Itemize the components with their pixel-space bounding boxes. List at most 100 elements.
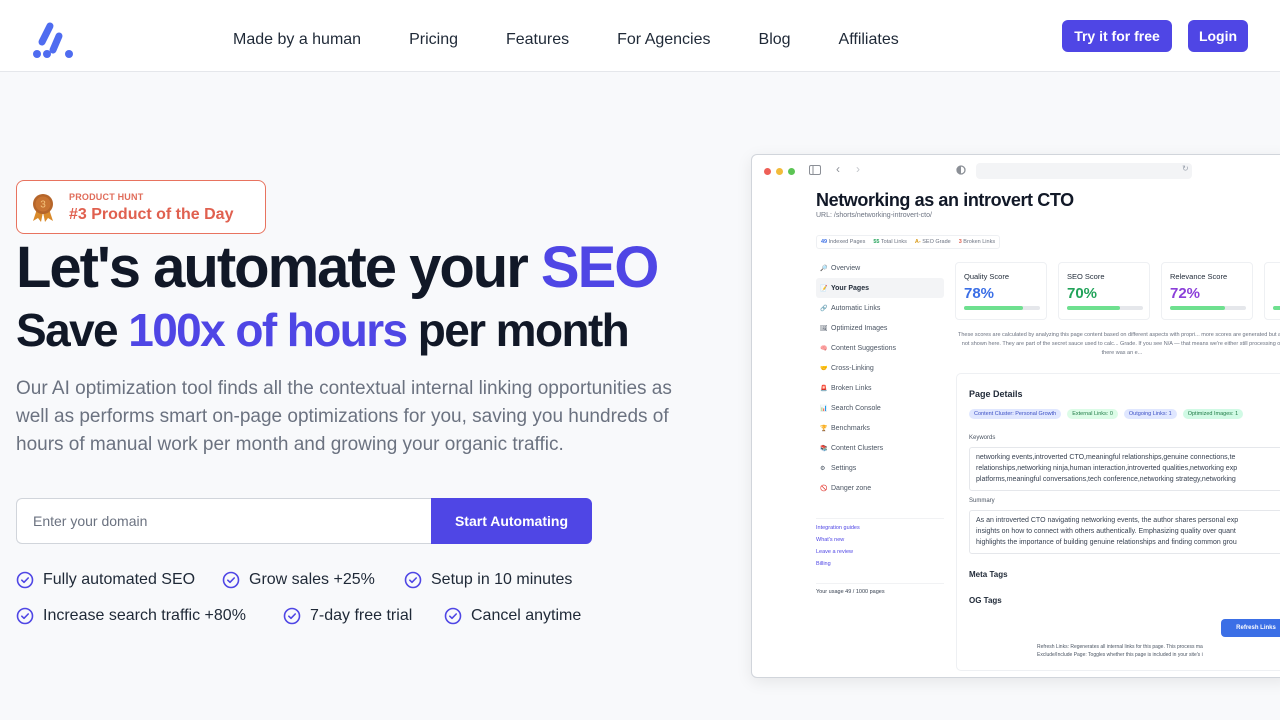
nav-link-affiliates[interactable]: Affiliates: [839, 31, 899, 49]
feature-item: Increase search traffic +80%: [16, 607, 246, 625]
check-circle-icon: [16, 607, 34, 625]
score-card: Relevance Score 72%: [1161, 262, 1253, 320]
sidebar-item-label: Broken Links: [831, 384, 872, 392]
score-label: SEO Score: [1067, 272, 1105, 281]
nav-link-blog[interactable]: Blog: [759, 31, 791, 49]
sidebar-item-icon: 🚫: [820, 485, 828, 492]
sidebar-item[interactable]: 📚 Content Clusters: [816, 438, 944, 458]
login-button[interactable]: Login: [1188, 20, 1248, 52]
check-circle-icon: [222, 571, 240, 589]
stats-bar: 49 Indexed Pages 55 Total Links A- SEO Gra…: [816, 235, 1001, 249]
hero-subheadline: Save 100x of hours per month: [16, 303, 630, 357]
reload-icon: ↻: [1182, 164, 1189, 173]
score-card: SEO Score 70%: [1058, 262, 1150, 320]
score-card: [1264, 262, 1280, 320]
sidebar-item-icon: 🧠: [820, 345, 828, 352]
score-bar-fill: [1170, 306, 1225, 310]
summary-line: highlights the importance of building ge…: [976, 539, 1237, 546]
minimize-dot: [776, 168, 783, 175]
sidebar-link[interactable]: What's new: [816, 537, 944, 549]
score-label: Quality Score: [964, 272, 1010, 281]
subheadline-prefix: Save: [16, 304, 129, 356]
refresh-note: Refresh Links: Regenerates all internal …: [1037, 644, 1203, 650]
feature-label: Setup in 10 minutes: [431, 571, 573, 588]
sidebar-links: Integration guides What's new Leave a revi…: [816, 518, 944, 573]
stat-value: 49: [821, 239, 828, 245]
og-tags-section[interactable]: OG Tags: [969, 596, 1002, 605]
sidebar-item[interactable]: 🖼 Optimized Images: [816, 318, 944, 338]
summary-line: insights on how to connect with others a…: [976, 528, 1236, 535]
badge-title: #3 Product of the Day: [69, 206, 234, 223]
domain-input[interactable]: [16, 498, 432, 544]
sidebar-item[interactable]: 🔗 Automatic Links: [816, 298, 944, 318]
sidebar-item[interactable]: 🏆 Benchmarks: [816, 418, 944, 438]
score-label: Relevance Score: [1170, 272, 1228, 281]
start-automating-button[interactable]: Start Automating: [431, 498, 592, 544]
feature-item: Grow sales +25%: [222, 571, 375, 589]
score-value: 70%: [1067, 285, 1098, 302]
sidebar-item[interactable]: 🚫 Danger zone: [816, 478, 944, 498]
refresh-links-button[interactable]: Refresh Links: [1221, 619, 1280, 637]
keywords-field[interactable]: networking events,introverted CTO,meanin…: [969, 447, 1280, 491]
close-dot: [764, 168, 771, 175]
score-value: 78%: [964, 285, 995, 302]
try-free-button[interactable]: Try it for free: [1062, 20, 1172, 52]
scores-note: These scores are calculated by analyzing…: [958, 332, 1280, 356]
summary-field[interactable]: As an introverted CTO navigating network…: [969, 510, 1280, 554]
stat-item: 3 Broken Links: [959, 239, 995, 245]
feature-label: Grow sales +25%: [249, 571, 375, 588]
score-value: 72%: [1170, 285, 1201, 302]
feature-label: Cancel anytime: [471, 607, 582, 624]
sidebar-link[interactable]: Leave a review: [816, 549, 944, 561]
sidebar-item[interactable]: 📝 Your Pages: [816, 278, 944, 298]
sidebar-link[interactable]: Integration guides: [816, 525, 944, 537]
sidebar-item-label: Automatic Links: [831, 304, 881, 312]
medal-icon: 3: [33, 194, 53, 222]
nav-link-pricing[interactable]: Pricing: [409, 31, 458, 49]
app-preview-window: ‹ › ↻ Networking as an introvert CTO URL…: [751, 154, 1280, 678]
detail-tag: Outgoing Links: 1: [1123, 409, 1177, 419]
sidebar-item-icon: 📚: [820, 445, 828, 452]
detail-tags: Content Cluster: Personal Growth External…: [969, 409, 1244, 419]
hero-headline: Let's automate your SEO: [16, 234, 659, 301]
meta-tags-section[interactable]: Meta Tags: [969, 570, 1008, 579]
feature-item: 7-day free trial: [283, 607, 412, 625]
sidebar-item-icon: 🖼: [820, 325, 828, 332]
sidebar-toggle-icon: [809, 165, 821, 175]
sidebar-item[interactable]: 📊 Search Console: [816, 398, 944, 418]
feature-item: Cancel anytime: [444, 607, 581, 625]
subheadline-accent: 100x of hours: [128, 304, 408, 356]
sidebar-item-label: Search Console: [831, 404, 881, 412]
nav-link-features[interactable]: Features: [506, 31, 569, 49]
nav-link-made-by-human[interactable]: Made by a human: [233, 31, 361, 49]
stat-value: A-: [914, 239, 921, 245]
product-hunt-badge[interactable]: 3 PRODUCT HUNT #3 Product of the Day: [16, 180, 266, 234]
sidebar-item[interactable]: 🚨 Broken Links: [816, 378, 944, 398]
keywords-line: networking events,introverted CTO,meanin…: [976, 454, 1236, 461]
sidebar-item-icon: 🏆: [820, 425, 828, 432]
sidebar-item-icon: 🔗: [820, 305, 828, 312]
exclude-note: Exclude/Include Page: Toggles whether th…: [1037, 652, 1203, 658]
summary-label: Summary: [969, 498, 995, 504]
subheadline-suffix: per month: [406, 304, 630, 356]
sidebar-item-icon: 🔎: [820, 265, 828, 272]
nav-links: Made by a human Pricing Features For Age…: [233, 31, 947, 49]
keywords-line: platforms,meaningful conversations,tech …: [976, 476, 1236, 483]
sidebar-item[interactable]: 🔎 Overview: [816, 258, 944, 278]
logo-icon[interactable]: [30, 20, 76, 60]
sidebar-item[interactable]: 🤝 Cross-Linking: [816, 358, 944, 378]
sidebar-item-label: Content Clusters: [831, 444, 884, 452]
sidebar-item[interactable]: 🧠 Content Suggestions: [816, 338, 944, 358]
headline-text: Let's automate your: [16, 235, 541, 300]
stat-value: 3: [958, 239, 962, 245]
nav-link-agencies[interactable]: For Agencies: [617, 31, 710, 49]
detail-tag: Content Cluster: Personal Growth: [969, 409, 1062, 419]
address-bar: [976, 163, 1192, 179]
page-url: URL: /shorts/networking-introvert-cto/: [816, 212, 932, 219]
sidebar-link[interactable]: Billing: [816, 561, 944, 573]
sidebar-item[interactable]: ⚙ Settings: [816, 458, 944, 478]
score-bar: [1273, 306, 1280, 310]
feature-item: Setup in 10 minutes: [404, 571, 572, 589]
stat-item: 49 Indexed Pages: [821, 239, 865, 245]
shield-icon: [956, 165, 966, 175]
